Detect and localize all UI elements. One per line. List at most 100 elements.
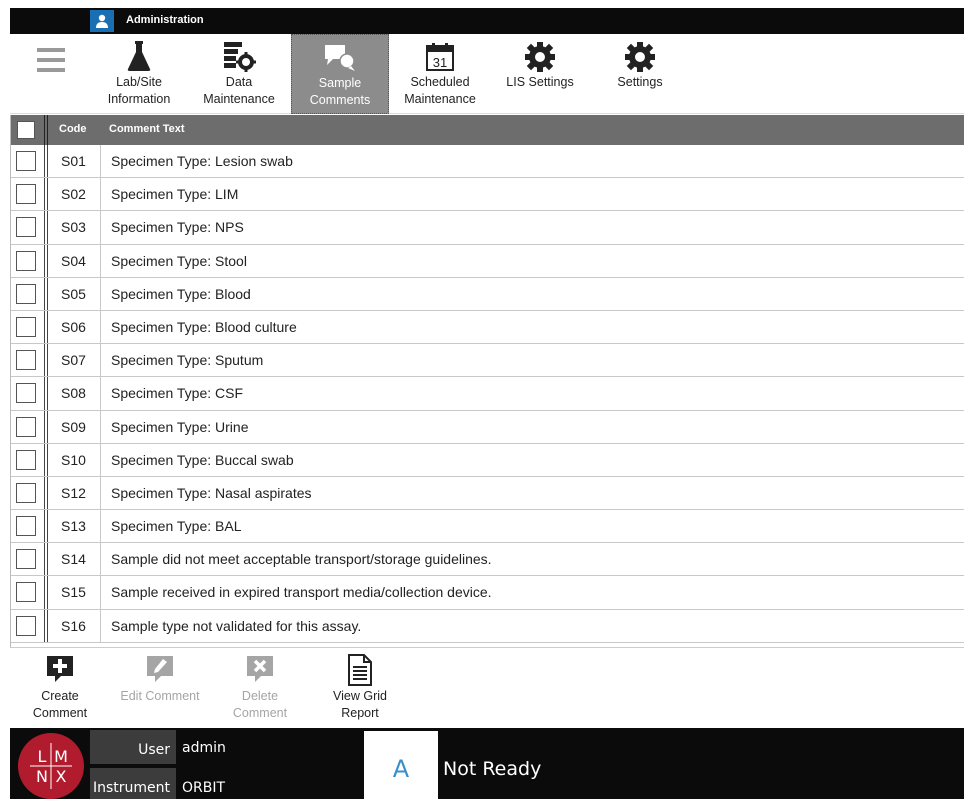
column-header-comment-text[interactable]: Comment Text: [109, 123, 185, 135]
user-label: User: [90, 730, 176, 764]
column-divider: [44, 476, 48, 510]
calendar-day: 31: [433, 55, 447, 70]
column-divider: [44, 576, 48, 609]
comment-text: Sample received in expired transport med…: [111, 584, 492, 601]
row-checkbox[interactable]: [16, 449, 36, 470]
column-divider: [44, 145, 48, 178]
edit-comment-icon: [110, 654, 210, 688]
column-divider: [44, 609, 48, 642]
comments-icon: [292, 35, 388, 75]
comment-text: Sample did not meet acceptable transport…: [111, 551, 492, 568]
action-bar: Create Comment Edit Comment Delete Comme…: [10, 647, 964, 727]
tab-data-maintenance[interactable]: Data Maintenance: [190, 34, 288, 114]
row-checkbox[interactable]: [16, 250, 36, 271]
tab-scheduled-maintenance[interactable]: 31 Scheduled Maintenance: [391, 34, 489, 114]
instrument-value: ORBIT: [182, 780, 226, 796]
comment-code: S02: [50, 178, 101, 211]
column-divider: [44, 211, 48, 244]
table-row[interactable]: S02 Specimen Type: LIM: [11, 178, 964, 212]
column-divider: [44, 310, 48, 344]
table-row[interactable]: S16 Sample type not validated for this as…: [11, 609, 964, 643]
row-checkbox[interactable]: [16, 283, 36, 304]
action-label-line1: Edit Comment: [120, 689, 200, 703]
row-checkbox[interactable]: [16, 416, 36, 437]
table-row[interactable]: S05 Specimen Type: Blood: [11, 277, 964, 311]
comment-text: Specimen Type: Buccal swab: [111, 451, 294, 468]
table-row[interactable]: S13 Specimen Type: BAL: [11, 510, 964, 544]
tab-settings[interactable]: Settings: [591, 34, 689, 114]
comment-code: S13: [50, 510, 101, 543]
calendar-icon: 31: [391, 34, 489, 74]
comment-code: S16: [50, 609, 101, 642]
comment-code: S04: [50, 244, 101, 277]
comment-text: Specimen Type: Nasal aspirates: [111, 484, 312, 501]
svg-text:M: M: [54, 747, 68, 766]
row-checkbox[interactable]: [16, 184, 36, 205]
column-divider: [44, 244, 48, 277]
column-divider: [44, 410, 48, 443]
action-label-line1: Delete: [241, 689, 279, 703]
table-row[interactable]: S01 Specimen Type: Lesion swab: [11, 145, 964, 179]
instrument-label: Instrument: [90, 768, 176, 799]
row-checkbox[interactable]: [16, 316, 36, 337]
action-label-line2: Comment: [32, 706, 88, 720]
view-grid-report-button[interactable]: View Grid Report: [310, 654, 410, 722]
create-comment-button[interactable]: Create Comment: [10, 654, 110, 722]
table-row[interactable]: S04 Specimen Type: Stool: [11, 244, 964, 278]
row-checkbox[interactable]: [16, 549, 36, 570]
comment-text: Specimen Type: Stool: [111, 252, 247, 269]
table-row[interactable]: S12 Specimen Type: Nasal aspirates: [11, 476, 964, 511]
action-label-line1: Create: [41, 689, 79, 703]
tab-lis-settings[interactable]: LIS Settings: [491, 34, 589, 114]
row-checkbox[interactable]: [16, 151, 36, 171]
comment-text: Specimen Type: Urine: [111, 418, 249, 435]
row-checkbox[interactable]: [16, 383, 36, 404]
table-row[interactable]: S08 Specimen Type: CSF: [11, 377, 964, 411]
table-row[interactable]: S09 Specimen Type: Urine: [11, 410, 964, 444]
table-row[interactable]: S14 Sample did not meet acceptable transp…: [11, 543, 964, 577]
column-divider: [44, 178, 48, 211]
row-checkbox[interactable]: [16, 350, 36, 371]
database-gear-icon: [190, 34, 288, 74]
select-all-checkbox[interactable]: [17, 121, 35, 139]
instrument-state-indicator[interactable]: A: [364, 731, 438, 799]
comment-text: Specimen Type: CSF: [111, 385, 244, 402]
table-row[interactable]: S03 Specimen Type: NPS: [11, 211, 964, 245]
action-label-line2: Comment: [232, 706, 288, 720]
tab-sample-comments[interactable]: Sample Comments: [291, 34, 389, 114]
tab-label-line1: Scheduled: [410, 75, 470, 89]
column-divider: [44, 277, 48, 310]
comment-code: S05: [50, 277, 101, 310]
column-divider: [44, 443, 48, 476]
row-checkbox[interactable]: [16, 217, 36, 238]
window-title: Administration: [126, 14, 204, 26]
luminex-logo: L M N X: [18, 733, 84, 799]
table-row[interactable]: S15 Sample received in expired transport …: [11, 576, 964, 610]
column-header-code[interactable]: Code: [59, 123, 87, 135]
table-row[interactable]: S07 Specimen Type: Sputum: [11, 344, 964, 378]
column-divider: [44, 543, 48, 576]
row-checkbox[interactable]: [16, 615, 36, 636]
comment-code: S12: [50, 476, 101, 510]
tab-label-line1: Lab/Site: [116, 75, 162, 89]
comment-code: S01: [50, 145, 101, 178]
svg-text:L: L: [38, 747, 47, 766]
comment-code: S03: [50, 211, 101, 244]
row-checkbox[interactable]: [16, 482, 36, 503]
comments-grid: Code Comment Text S01 Specimen Type: Lesi…: [10, 115, 964, 647]
svg-text:N: N: [36, 767, 48, 786]
tab-lab-site-information[interactable]: Lab/Site Information: [90, 34, 188, 114]
table-row[interactable]: S10 Specimen Type: Buccal swab: [11, 443, 964, 477]
gear-icon: [491, 34, 589, 74]
row-checkbox[interactable]: [16, 516, 36, 537]
edit-comment-button[interactable]: Edit Comment: [110, 654, 210, 705]
instrument-state-text: Not Ready: [443, 758, 542, 780]
flask-icon: [90, 34, 188, 74]
delete-comment-icon: [210, 654, 310, 688]
administrator-icon: [90, 10, 114, 32]
row-checkbox[interactable]: [16, 582, 36, 603]
tab-label-line1: Data: [225, 75, 253, 89]
table-row[interactable]: S06 Specimen Type: Blood culture: [11, 310, 964, 345]
delete-comment-button[interactable]: Delete Comment: [210, 654, 310, 722]
hamburger-menu-icon[interactable]: [37, 48, 65, 74]
